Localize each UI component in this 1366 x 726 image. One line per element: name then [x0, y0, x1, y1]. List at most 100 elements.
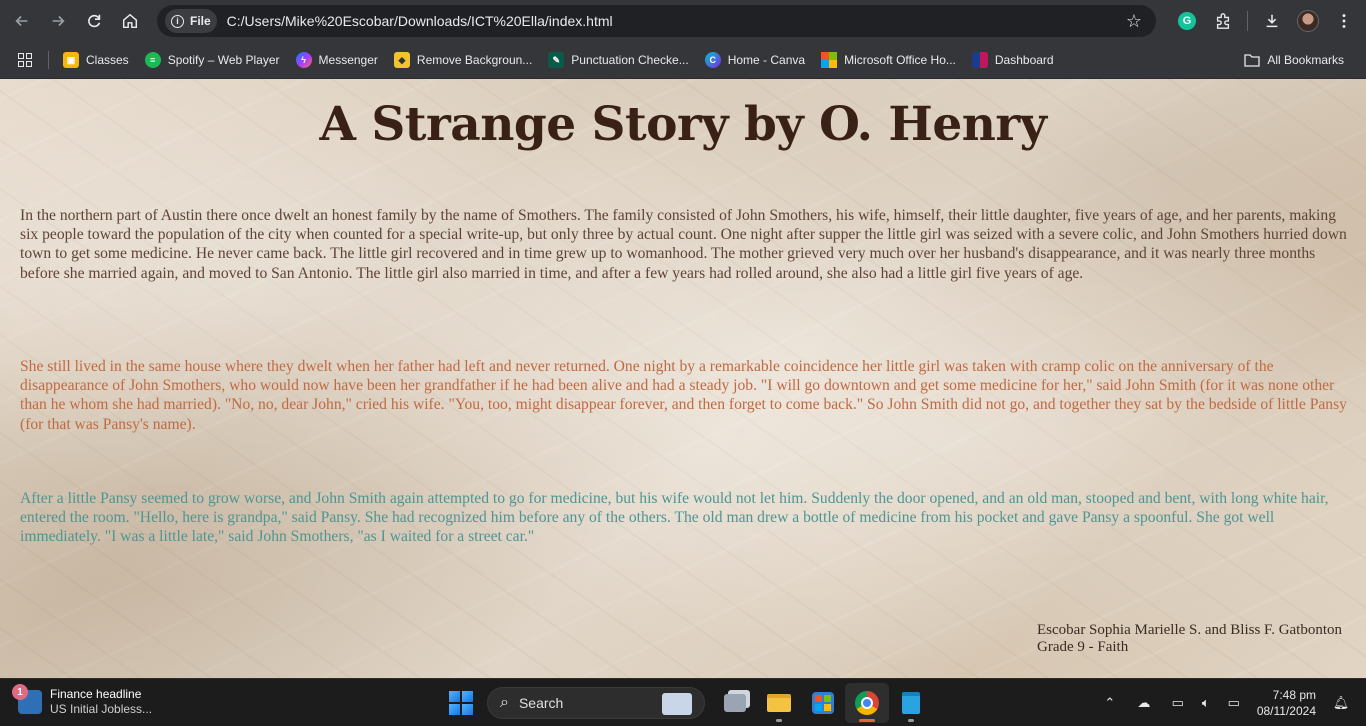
- bookmarks-divider: [48, 51, 49, 69]
- bookmark-label: Remove Backgroun...: [416, 53, 533, 67]
- forward-button[interactable]: [40, 3, 76, 39]
- bookmark-classes[interactable]: ▣ Classes: [55, 46, 137, 74]
- bookmarks-bar: ▣ Classes ≡ Spotify – Web Player ϟ Messenge…: [0, 42, 1366, 79]
- search-label: Search: [518, 695, 564, 711]
- messenger-icon: ϟ: [295, 52, 312, 68]
- toolbar-actions: G: [1169, 0, 1366, 42]
- search-icon: ⌕: [500, 694, 509, 711]
- bookmark-messenger[interactable]: ϟ Messenger: [288, 46, 386, 74]
- site-info-chip[interactable]: i File: [165, 9, 217, 33]
- task-view-button[interactable]: [713, 683, 757, 723]
- news-title: Finance headline: [50, 687, 142, 701]
- news-badge: 1: [12, 684, 28, 700]
- bookmark-dashboard[interactable]: Dashboard: [964, 46, 1062, 74]
- system-tray: ⌃ ☁ ▭ 🔈︎ ▭ 7:48 pm 08/11/2024 🔔︎: [1093, 679, 1352, 726]
- back-icon: [15, 15, 28, 27]
- bookmark-punctuation-checker[interactable]: ✎ Punctuation Checke...: [540, 46, 696, 74]
- file-explorer-icon: [767, 694, 791, 712]
- clock[interactable]: 7:48 pm 08/11/2024: [1257, 687, 1316, 719]
- credits-grade: Grade 9 - Faith: [1037, 638, 1129, 655]
- credits: Escobar Sophia Marielle S. and Bliss F. …: [1037, 622, 1342, 655]
- clock-time: 7:48 pm: [1272, 688, 1316, 702]
- grammarly-extension[interactable]: G: [1169, 3, 1205, 39]
- downloads-icon: [1266, 14, 1278, 28]
- network-icon[interactable]: ▭: [1167, 695, 1189, 711]
- microsoft-store-icon: [812, 692, 834, 714]
- profile-button[interactable]: [1290, 3, 1326, 39]
- browser-toolbar: i File C:/Users/Mike%20Escobar/Downloads…: [0, 0, 1366, 42]
- back-button[interactable]: [4, 3, 40, 39]
- microsoft-icon: [821, 52, 838, 68]
- battery-icon[interactable]: ▭: [1223, 695, 1245, 711]
- dashboard-icon: [971, 52, 988, 68]
- page-title: A Strange Story by O. Henry: [319, 97, 1047, 152]
- clock-date: 08/11/2024: [1256, 704, 1316, 718]
- bookmark-microsoft-office[interactable]: Microsoft Office Ho...: [813, 46, 964, 74]
- folder-icon: [1244, 54, 1260, 67]
- apps-grid-icon[interactable]: [18, 53, 32, 67]
- address-bar[interactable]: i File C:/Users/Mike%20Escobar/Downloads…: [157, 5, 1156, 37]
- notepad-button[interactable]: [889, 683, 933, 723]
- story-paragraph-3: After a little Pansy seemed to grow wors…: [20, 490, 1329, 546]
- bookmark-label: Microsoft Office Ho...: [844, 53, 956, 67]
- menu-button[interactable]: [1326, 3, 1362, 39]
- toolbar-divider: [1247, 11, 1248, 31]
- web-page: A Strange Story by O. Henry In the north…: [0, 79, 1366, 678]
- news-widget[interactable]: 1 Finance headline US Initial Jobless...: [12, 684, 153, 717]
- windows-start-icon[interactable]: [449, 691, 473, 715]
- volume-icon[interactable]: 🔈︎: [1195, 695, 1217, 711]
- active-indicator: [859, 719, 875, 722]
- task-view-icon: [724, 694, 746, 712]
- file-explorer-button[interactable]: [757, 683, 801, 723]
- forward-icon: [52, 15, 65, 27]
- taskbar-apps: ⌕ Search: [447, 683, 933, 723]
- bookmark-label: Classes: [86, 53, 129, 67]
- chevron-up-icon[interactable]: ⌃: [1099, 695, 1121, 711]
- extensions-button[interactable]: [1205, 3, 1241, 39]
- bookmark-canva[interactable]: C Home - Canva: [697, 46, 813, 74]
- info-icon: i: [171, 14, 184, 28]
- menu-icon: [1342, 14, 1346, 28]
- news-icon: 1: [12, 684, 42, 714]
- punctuation-icon: ✎: [548, 52, 565, 68]
- credits-authors: Escobar Sophia Marielle S. and Bliss F. …: [1037, 622, 1343, 638]
- reload-icon: [88, 14, 101, 28]
- notepad-icon: [902, 692, 920, 714]
- site-info-label: File: [190, 14, 211, 28]
- story-paragraph-1: In the northern part of Austin there onc…: [20, 207, 1347, 282]
- grammarly-icon: G: [1178, 12, 1196, 30]
- all-bookmarks-button[interactable]: All Bookmarks: [1236, 46, 1352, 74]
- remove-bg-icon: ◆: [393, 52, 410, 68]
- downloads-button[interactable]: [1254, 3, 1290, 39]
- canva-icon: C: [704, 52, 721, 68]
- spotify-icon: ≡: [144, 52, 161, 68]
- news-subtitle: US Initial Jobless...: [50, 702, 153, 716]
- search-highlight-icon: [662, 693, 692, 715]
- bookmark-label: Spotify – Web Player: [167, 53, 280, 67]
- notifications-bell-icon[interactable]: 🔔︎: [1330, 695, 1352, 711]
- story-paragraph-2: She still lived in the same house where …: [20, 358, 1347, 433]
- star-icon[interactable]: ☆: [1126, 11, 1142, 32]
- profile-avatar: [1297, 10, 1319, 32]
- chrome-icon: [855, 691, 879, 715]
- running-indicator: [908, 719, 914, 722]
- windows-taskbar: 1 Finance headline US Initial Jobless...…: [0, 678, 1366, 726]
- bookmark-label: Dashboard: [994, 53, 1054, 67]
- bookmark-label: Punctuation Checke...: [571, 53, 689, 67]
- home-icon: [122, 13, 138, 29]
- url-text[interactable]: C:/Users/Mike%20Escobar/Downloads/ICT%20…: [227, 13, 613, 29]
- microsoft-store-button[interactable]: [801, 683, 845, 723]
- extensions-icon: [1216, 13, 1230, 29]
- reload-button[interactable]: [76, 3, 112, 39]
- bookmark-label: Home - Canva: [727, 53, 806, 67]
- all-bookmarks-label: All Bookmarks: [1267, 53, 1344, 67]
- classes-icon: ▣: [63, 52, 79, 68]
- home-button[interactable]: [112, 3, 148, 39]
- taskbar-search[interactable]: ⌕ Search: [487, 687, 705, 719]
- bookmark-label: Messenger: [318, 53, 378, 67]
- onedrive-off-icon[interactable]: ☁: [1133, 695, 1155, 711]
- chrome-button[interactable]: [845, 683, 889, 723]
- bookmark-remove-background[interactable]: ◆ Remove Backgroun...: [386, 46, 540, 74]
- running-indicator: [776, 719, 782, 722]
- bookmark-spotify[interactable]: ≡ Spotify – Web Player: [137, 46, 288, 74]
